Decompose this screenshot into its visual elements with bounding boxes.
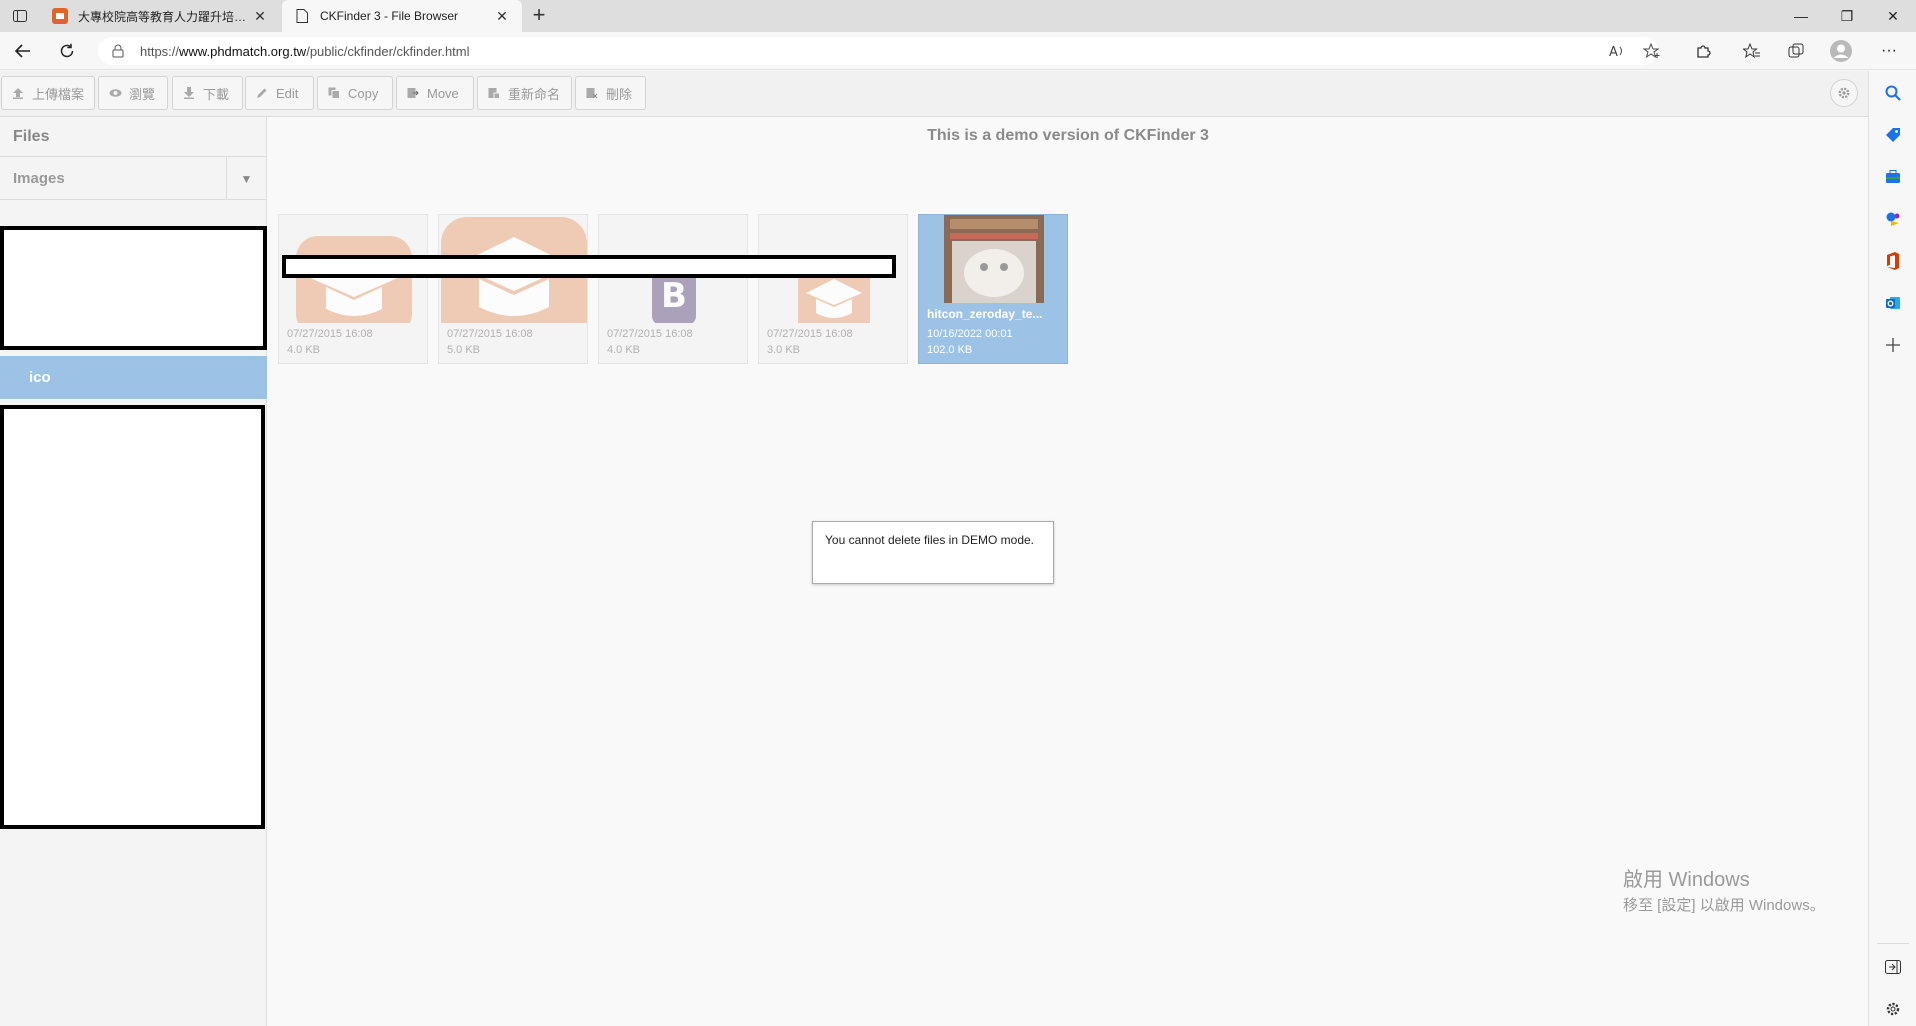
watermark-line1: 啟用 Windows — [1623, 869, 1750, 891]
copy-icon — [328, 87, 340, 99]
minimize-button[interactable]: — — [1778, 0, 1824, 32]
hide-sidebar-icon[interactable] — [1883, 957, 1903, 977]
view-button[interactable]: 瀏覽 — [98, 76, 168, 110]
phdmatch-favicon-icon — [52, 8, 68, 24]
lock-icon — [112, 44, 126, 58]
ckfinder-app: 上傳檔案 瀏覽 下載 Edit Copy Move 重新命名 刪除 Files … — [0, 71, 1868, 1026]
tab-title: CKFinder 3 - File Browser — [320, 9, 459, 23]
file-tile[interactable]: 07/27/2015 16:08 5.0 KB — [438, 214, 588, 364]
new-tab-button[interactable]: + — [526, 4, 552, 28]
redacted-folder-list — [0, 405, 265, 829]
watermark-line2: 移至 [設定] 以啟用 Windows。 — [1623, 897, 1825, 914]
file-tile[interactable]: 07/27/2015 16:08 3.0 KB — [758, 214, 908, 364]
file-name: hitcon_zeroday_te... — [927, 307, 1043, 321]
upload-button[interactable]: 上傳檔案 — [1, 76, 95, 110]
rename-icon — [488, 87, 500, 99]
file-size: 102.0 KB — [927, 344, 973, 356]
file-date: 07/27/2015 16:08 — [607, 328, 693, 340]
svg-text:B: B — [661, 276, 687, 316]
file-date: 07/27/2015 16:08 — [767, 328, 853, 340]
edge-sidebar — [1868, 71, 1916, 1026]
svg-text:A: A — [1609, 45, 1618, 58]
copy-button[interactable]: Copy — [317, 76, 393, 110]
tab-close-icon[interactable]: ✕ — [494, 8, 510, 25]
rename-label: 重新命名 — [508, 86, 561, 102]
profile-avatar-icon[interactable] — [1826, 39, 1856, 63]
edge-sidebar-divider — [1877, 943, 1909, 944]
tab-close-icon[interactable]: ✕ — [252, 8, 268, 25]
file-date: 07/27/2015 16:08 — [287, 328, 373, 340]
file-tile[interactable]: B 07/27/2015 16:08 4.0 KB — [598, 214, 748, 364]
tab-actions-icon[interactable] — [8, 6, 32, 26]
sidebar-settings-gear-icon[interactable] — [1883, 999, 1903, 1019]
windows-activation-watermark: 啟用 Windows 移至 [設定] 以啟用 Windows。 — [1623, 863, 1825, 915]
back-icon[interactable] — [10, 39, 36, 63]
file-browser-main: This is a demo version of CKFinder 3 07/… — [268, 117, 1868, 1026]
favorites-icon[interactable] — [1737, 39, 1767, 63]
move-icon — [407, 87, 419, 99]
tab-title: 大專校院高等教育人力躍升培訓計畫 — [78, 9, 252, 24]
upload-label: 上傳檔案 — [32, 86, 85, 102]
file-size: 4.0 KB — [287, 344, 321, 356]
file-size: 5.0 KB — [447, 344, 481, 356]
office-icon[interactable] — [1883, 251, 1903, 271]
url-text: https://www.phdmatch.org.tw/public/ckfin… — [140, 43, 470, 59]
refresh-icon[interactable] — [54, 39, 80, 63]
download-label: 下載 — [203, 86, 230, 102]
file-date: 10/16/2022 00:01 — [927, 328, 1013, 340]
browser-tab-bar: 大專校院高等教育人力躍升培訓計畫 ✕ CKFinder 3 - File Bro… — [0, 0, 1916, 32]
folder-item-ico[interactable]: ico — [0, 356, 267, 399]
redacted-file-names — [282, 255, 896, 278]
address-bar-row: https://www.phdmatch.org.tw/public/ckfin… — [0, 32, 1916, 70]
edit-button[interactable]: Edit — [245, 76, 314, 110]
view-label: 瀏覽 — [129, 86, 156, 102]
file-tile-selected[interactable]: hitcon_zeroday_te... 10/16/2022 00:01 10… — [918, 214, 1068, 364]
demo-mode-notice: You cannot delete files in DEMO mode. — [812, 521, 1054, 584]
tab-ckfinder[interactable]: CKFinder 3 - File Browser ✕ — [282, 0, 522, 32]
chevron-down-icon[interactable]: ▼ — [226, 157, 266, 200]
ckfinder-toolbar: 上傳檔案 瀏覽 下載 Edit Copy Move 重新命名 刪除 — [0, 71, 1868, 117]
resource-type-images[interactable]: Images ▼ — [0, 157, 266, 200]
delete-button[interactable]: 刪除 — [575, 76, 646, 110]
read-aloud-icon[interactable]: A — [1602, 39, 1632, 63]
pencil-icon — [256, 87, 268, 99]
resource-type-label: Images — [13, 169, 65, 187]
files-header: Files — [0, 117, 266, 157]
file-tile[interactable]: 07/27/2015 16:08 4.0 KB — [278, 214, 428, 364]
copy-label: Copy — [348, 85, 379, 101]
move-button[interactable]: Move — [396, 76, 474, 110]
rename-button[interactable]: 重新命名 — [477, 76, 572, 110]
more-menu-icon[interactable]: ··· — [1874, 39, 1904, 63]
redacted-folder-area — [0, 226, 267, 350]
file-size: 3.0 KB — [767, 344, 801, 356]
tools-briefcase-icon[interactable] — [1883, 167, 1903, 187]
window-close-button[interactable]: ✕ — [1870, 0, 1916, 32]
demo-version-title: This is a demo version of CKFinder 3 — [927, 127, 1209, 144]
extensions-icon[interactable] — [1688, 39, 1718, 63]
file-size: 4.0 KB — [607, 344, 641, 356]
upload-icon — [12, 87, 24, 99]
download-button[interactable]: 下載 — [172, 76, 243, 110]
search-icon[interactable] — [1883, 83, 1903, 103]
page-icon — [294, 8, 310, 24]
url-input[interactable]: https://www.phdmatch.org.tw/public/ckfin… — [98, 37, 1658, 65]
move-label: Move — [427, 85, 459, 101]
outlook-icon[interactable] — [1883, 293, 1903, 313]
shopping-tag-icon[interactable] — [1883, 125, 1903, 145]
tab-phdmatch[interactable]: 大專校院高等教育人力躍升培訓計畫 ✕ — [40, 0, 280, 32]
trash-icon — [586, 87, 598, 99]
download-icon — [183, 87, 195, 99]
collections-icon[interactable] — [1781, 39, 1811, 63]
delete-label: 刪除 — [606, 86, 633, 102]
settings-gear-icon[interactable] — [1830, 79, 1858, 107]
favorite-add-icon[interactable] — [1637, 39, 1667, 63]
edit-label: Edit — [276, 85, 299, 101]
file-date: 07/27/2015 16:08 — [447, 328, 533, 340]
eye-icon — [109, 87, 122, 99]
games-icon[interactable] — [1883, 209, 1903, 229]
add-sidebar-app-icon[interactable] — [1883, 335, 1903, 355]
restore-button[interactable]: ❐ — [1824, 0, 1870, 32]
